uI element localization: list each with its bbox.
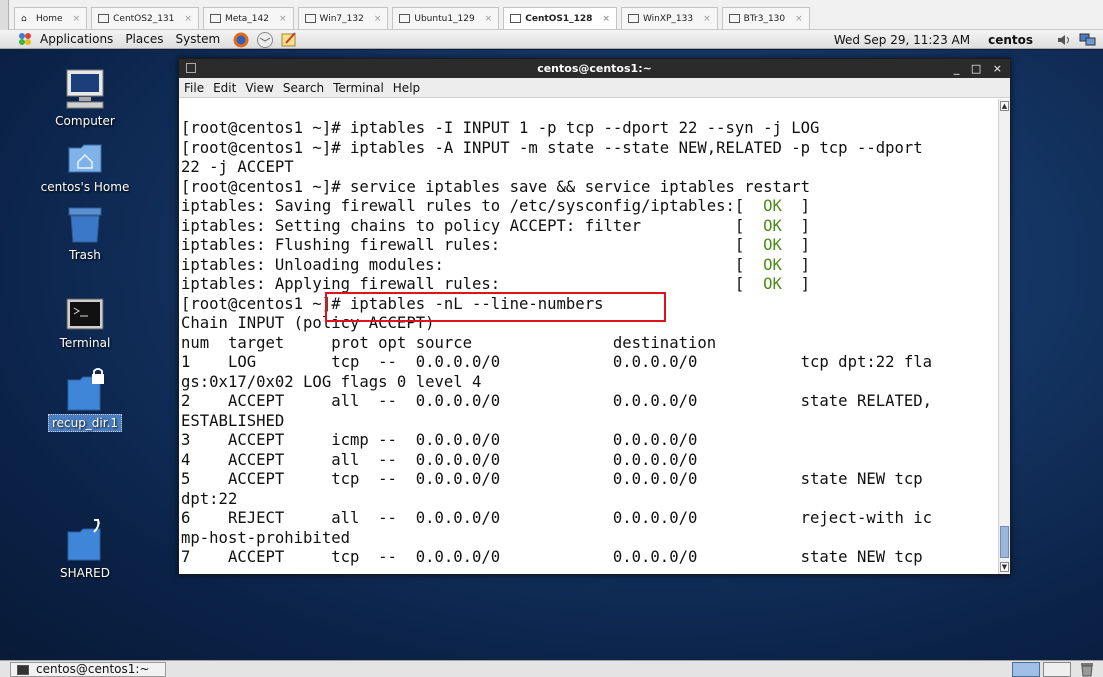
tab-close-icon[interactable]: × xyxy=(374,14,382,24)
maximize-icon[interactable]: □ xyxy=(971,62,981,75)
menu-search[interactable]: Search xyxy=(283,81,324,95)
vm-tab-meta-142[interactable]: Meta_142 × xyxy=(202,7,294,29)
terminal-line: [root@centos1 ~]# iptables -A INPUT -m s… xyxy=(181,138,923,157)
trash-icon xyxy=(68,207,102,243)
tab-close-icon[interactable]: × xyxy=(279,14,287,24)
menu-help[interactable]: Help xyxy=(393,81,420,95)
vm-icon xyxy=(304,14,316,23)
vm-icon xyxy=(209,14,221,23)
home-folder-icon xyxy=(68,144,102,173)
terminal-line: ESTABLISHED xyxy=(181,411,285,430)
terminal-line: mp-host-prohibited xyxy=(181,528,350,547)
ok-status: OK xyxy=(763,236,782,254)
vm-tab-home[interactable]: ⌂ Home × xyxy=(14,7,88,29)
applications-icon[interactable] xyxy=(18,32,32,46)
terminal-line: 1 LOG tcp -- 0.0.0.0/0 0.0.0.0/0 tcp dpt… xyxy=(181,353,933,371)
bottom-panel: centos@centos1:~ xyxy=(0,660,1103,677)
menu-terminal[interactable]: Terminal xyxy=(333,81,384,95)
vm-icon xyxy=(399,14,411,23)
desktop-icon-home[interactable]: centos's Home xyxy=(30,140,140,194)
terminal-icon xyxy=(66,298,104,330)
home-icon: ⌂ xyxy=(21,13,27,24)
terminal-line: iptables: Flushing firewall rules: [ OK … xyxy=(181,236,811,254)
scroll-thumb[interactable] xyxy=(1000,526,1009,558)
menu-places[interactable]: Places xyxy=(119,32,169,46)
terminal-scrollbar[interactable]: ▲ ▼ xyxy=(998,99,1010,574)
menu-file[interactable]: File xyxy=(184,81,204,95)
terminal-line: 7 ACCEPT tcp -- 0.0.0.0/0 0.0.0.0/0 stat… xyxy=(181,548,923,566)
menu-applications[interactable]: Applications xyxy=(34,32,119,46)
ok-status: OK xyxy=(763,255,782,274)
vm-icon xyxy=(728,14,740,23)
ok-status: OK xyxy=(763,216,782,235)
terminal-line: iptables: Setting chains to policy ACCEP… xyxy=(181,216,811,235)
clock[interactable]: Wed Sep 29, 11:23 AM xyxy=(834,33,970,47)
shared-folder-icon xyxy=(67,519,101,561)
tab-close-icon[interactable]: × xyxy=(184,14,192,24)
workspace-1[interactable] xyxy=(1012,662,1040,677)
desktop-icon-computer[interactable]: Computer xyxy=(30,68,140,128)
terminal-small-icon xyxy=(17,665,29,675)
window-menu-icon[interactable] xyxy=(186,63,196,73)
vm-tab-bar: ⌂ Home × CentOS2_131 × Meta_142 × Win7_132 × Ubun… xyxy=(0,0,1103,30)
vm-tab-centos1-128[interactable]: CentOS1_128 × xyxy=(503,7,617,29)
workspace-2[interactable] xyxy=(1043,662,1071,677)
taskbar-terminal-button[interactable]: centos@centos1:~ xyxy=(10,662,166,677)
vm-tab-ubuntu1-129[interactable]: Ubuntu1_129 × xyxy=(392,7,500,29)
tab-close-icon[interactable]: × xyxy=(73,14,81,24)
tab-close-icon[interactable]: × xyxy=(602,14,610,24)
menu-view[interactable]: View xyxy=(245,81,273,95)
vm-icon xyxy=(510,14,522,23)
terminal-line: num target prot opt source destination xyxy=(181,333,717,352)
tab-close-icon[interactable]: × xyxy=(703,14,711,24)
terminal-menubar: File Edit View Search Terminal Help xyxy=(179,78,1010,98)
terminal-line: iptables: Unloading modules: [ OK ] xyxy=(181,255,811,274)
vm-tab-win7-132[interactable]: Win7_132 × xyxy=(297,7,389,29)
desktop-icon-terminal[interactable]: Terminal xyxy=(30,298,140,350)
firefox-icon[interactable] xyxy=(232,31,250,48)
vm-tab-centos2-131[interactable]: CentOS2_131 × xyxy=(91,7,199,29)
text-editor-icon[interactable] xyxy=(280,31,298,48)
scroll-down-arrow-icon[interactable]: ▼ xyxy=(1000,562,1009,572)
terminal-output[interactable]: [root@centos1 ~]# iptables -I INPUT 1 -p… xyxy=(179,99,998,574)
desktop-icon-shared[interactable]: SHARED xyxy=(30,518,140,580)
email-icon[interactable] xyxy=(256,31,274,48)
tab-close-icon[interactable]: × xyxy=(795,14,803,24)
terminal-titlebar[interactable]: centos@centos1:~ _ □ × xyxy=(179,59,1010,78)
ok-status: OK xyxy=(763,275,782,293)
top-panel: Applications Places System Wed Sep 29, 1… xyxy=(0,30,1103,49)
terminal-line: 2 ACCEPT all -- 0.0.0.0/0 0.0.0.0/0 stat… xyxy=(181,392,933,410)
ok-status: OK xyxy=(763,197,782,215)
terminal-line: 6 REJECT all -- 0.0.0.0/0 0.0.0.0/0 reje… xyxy=(181,509,933,527)
desktop-icon-recup-dir[interactable]: recup_dir.1 xyxy=(30,368,140,432)
vm-tab-winxp-133[interactable]: WinXP_133 × xyxy=(620,7,718,29)
locked-folder-icon xyxy=(67,368,104,411)
scroll-up-arrow-icon[interactable]: ▲ xyxy=(1000,101,1009,111)
network-icon[interactable] xyxy=(1079,32,1097,48)
terminal-line: 5 ACCEPT tcp -- 0.0.0.0/0 0.0.0.0/0 stat… xyxy=(181,470,923,488)
terminal-line: [root@centos1 ~]# service iptables save … xyxy=(181,177,811,196)
desktop-icon-trash[interactable]: Trash xyxy=(30,206,140,262)
tab-close-icon[interactable]: × xyxy=(485,14,493,24)
terminal-line: gs:0x17/0x02 LOG flags 0 level 4 xyxy=(181,372,482,391)
command-highlight-box xyxy=(325,292,666,322)
minimize-icon[interactable]: _ xyxy=(954,62,960,75)
window-title: centos@centos1:~ xyxy=(537,62,652,75)
computer-icon xyxy=(66,69,104,109)
vm-icon xyxy=(98,14,110,23)
terminal-line: iptables: Saving firewall rules to /etc/… xyxy=(181,197,811,215)
volume-icon[interactable] xyxy=(1055,32,1073,48)
terminal-line: dpt:22 xyxy=(181,489,238,508)
user-menu[interactable]: centos xyxy=(988,33,1033,47)
terminal-line: [root@centos1 ~]# iptables -I INPUT 1 -p… xyxy=(181,119,820,137)
trash-applet-icon[interactable] xyxy=(1078,662,1096,677)
close-icon[interactable]: × xyxy=(993,62,1002,75)
terminal-line: 22 -j ACCEPT xyxy=(181,158,294,176)
terminal-line: 4 ACCEPT all -- 0.0.0.0/0 0.0.0.0/0 xyxy=(181,450,698,469)
vm-icon xyxy=(627,14,639,23)
menu-edit[interactable]: Edit xyxy=(213,81,236,95)
menu-system[interactable]: System xyxy=(169,32,226,46)
vm-tab-btr3-130[interactable]: BTr3_130 × xyxy=(721,7,810,29)
terminal-line: 3 ACCEPT icmp -- 0.0.0.0/0 0.0.0.0/0 xyxy=(181,431,698,449)
